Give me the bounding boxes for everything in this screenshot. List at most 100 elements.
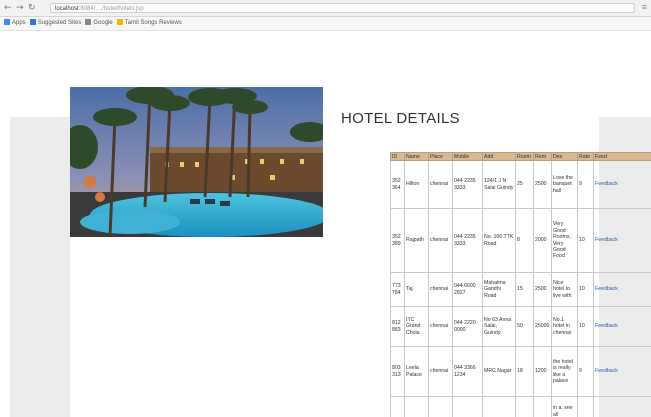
table-cell: 15 (515, 272, 534, 307)
feedback-link[interactable]: Feedback (593, 272, 651, 307)
table-cell: in a, see all (551, 396, 578, 417)
table-cell: 803313 (390, 346, 405, 397)
url-path: :8084/..../hotel/hotels.jsp (78, 6, 144, 12)
bookmark-icon (116, 19, 123, 26)
table-cell (533, 396, 552, 417)
table-cell: ITC Grand Chola (404, 306, 429, 347)
back-icon[interactable]: ← (4, 2, 12, 14)
column-header: Add (482, 152, 516, 161)
table-cell: chennai (428, 346, 453, 397)
table-cell: Leela Palace (404, 346, 429, 397)
page-title: HOTEL DETAILS (341, 110, 460, 127)
table-cell (577, 396, 594, 417)
table-cell: 18 (515, 346, 534, 397)
table-cell: Hilton (404, 160, 429, 209)
table-cell: No 63 Anna Salai, Guindy (482, 306, 516, 347)
table-cell: Nice hotel to live with (551, 272, 578, 307)
table-cell: 812883 (390, 306, 405, 347)
table-row: 352389 Rajpath chennai 044 2235 3333 No. 166… (390, 208, 651, 273)
column-header: Des (551, 152, 578, 161)
column-header: Rate (577, 152, 594, 161)
table-cell: 9 (577, 160, 594, 209)
table-cell: Very Good Rooms, Very Good Food (551, 208, 578, 273)
column-header: Place (428, 152, 453, 161)
column-header: Mobile (452, 152, 483, 161)
feedback-link[interactable]: Feedback (593, 208, 651, 273)
table-cell: 10 (577, 272, 594, 307)
table-cell: 50 (515, 306, 534, 347)
table-cell: chennai (428, 272, 453, 307)
bookmark-item[interactable]: Tamil Songs Reviews (116, 17, 182, 30)
table-cell: 8 (515, 208, 534, 273)
table-cell: Taj (404, 272, 429, 307)
table-cell (515, 396, 534, 417)
table-cell: MRC Nagar (482, 346, 516, 397)
table-cell: Rajpath (404, 208, 429, 273)
table-cell: 044 2220 0000 (452, 306, 483, 347)
table-cell: 044 2235 3333 (452, 208, 483, 273)
table-row: 773784 Taj chennai 044 6600 2827 Mahatma Gan… (390, 272, 651, 307)
table-cell: 044 3366 1234 (452, 346, 483, 397)
table-body: 352364 Hilton chennai 044 2235 3333 124/1 J … (390, 160, 651, 417)
menu-icon[interactable]: ≡ (642, 2, 647, 12)
hotel-table-container: ID Name Place Mobile Add Room Rent Des Rate Feed … (390, 152, 651, 417)
table-cell (390, 396, 405, 417)
table-row: 803313 Leela Palace chennai 044 3366 1234 MR… (390, 346, 651, 397)
bookmark-icon (85, 19, 92, 26)
table-cell: 10 (577, 306, 594, 347)
feedback-link[interactable]: Feedback (593, 306, 651, 347)
table-cell: 124/1 J N Salai Guindy (482, 160, 516, 209)
bookmark-icon (4, 19, 10, 26)
table-cell: 9 (577, 346, 594, 397)
table-cell: 2500 (533, 272, 552, 307)
address-bar[interactable]: localhost:8084/..../hotel/hotels.jsp (50, 3, 635, 13)
column-header: Feed (593, 152, 651, 161)
table-row: in a, see all (390, 396, 651, 417)
feedback-link[interactable]: Feedback (593, 346, 651, 397)
table-cell: 352364 (390, 160, 405, 209)
table-row: 812883 ITC Grand Chola chennai 044 2220 000… (390, 306, 651, 347)
browser-toolbar: ← → ↻ localhost:8084/..../hotel/hotels.j… (0, 0, 651, 17)
table-cell: 773784 (390, 272, 405, 307)
table-cell: 044 2235 3333 (452, 160, 483, 209)
bookmark-icon (29, 19, 36, 26)
table-cell: Mahatma Gandhi Road (482, 272, 516, 307)
table-cell (452, 396, 483, 417)
table-cell: 044 6600 2827 (452, 272, 483, 307)
column-header: Rent (533, 152, 552, 161)
reload-icon[interactable]: ↻ (28, 2, 36, 14)
table-cell: 10 (577, 208, 594, 273)
table-cell (404, 396, 429, 417)
bookmark-label: Google (93, 20, 113, 26)
bookmark-item[interactable]: Google (85, 17, 113, 30)
table-cell: 352389 (390, 208, 405, 273)
feedback-link[interactable]: Feedback (593, 160, 651, 209)
bookmark-label: Tamil Songs Reviews (124, 20, 182, 26)
table-cell (593, 396, 651, 417)
table-cell: 1200 (533, 346, 552, 397)
forward-icon[interactable]: → (16, 2, 24, 14)
table-cell (428, 396, 453, 417)
bookmark-item[interactable]: Suggested Sites (29, 17, 82, 30)
table-cell: 2500 (533, 160, 552, 209)
left-gray-panel (10, 117, 70, 417)
table-cell: Love the banquet hall (551, 160, 578, 209)
table-cell: the hotel is really like a palace (551, 346, 578, 397)
column-header: Name (404, 152, 429, 161)
bookmark-label: Apps (12, 20, 26, 26)
table-cell: 25 (515, 160, 534, 209)
table-cell: chennai (428, 208, 453, 273)
table-cell (482, 396, 516, 417)
table-cell: chennai (428, 160, 453, 209)
table-cell: 25000 (533, 306, 552, 347)
table-cell: chennai (428, 306, 453, 347)
bookmark-item[interactable]: Apps (4, 17, 26, 30)
table-cell: No. 166 TTK Road (482, 208, 516, 273)
hotel-table: ID Name Place Mobile Add Room Rent Des Rate Feed … (390, 152, 651, 417)
bookmarks-bar: Apps Suggested Sites Google Tamil Songs Rev… (0, 17, 651, 31)
column-header: ID (390, 152, 405, 161)
bookmark-label: Suggested Sites (37, 20, 82, 26)
table-row: 352364 Hilton chennai 044 2235 3333 124/1 J … (390, 160, 651, 209)
column-header: Room (515, 152, 534, 161)
table-header-row: ID Name Place Mobile Add Room Rent Des Rate Feed (390, 152, 651, 161)
